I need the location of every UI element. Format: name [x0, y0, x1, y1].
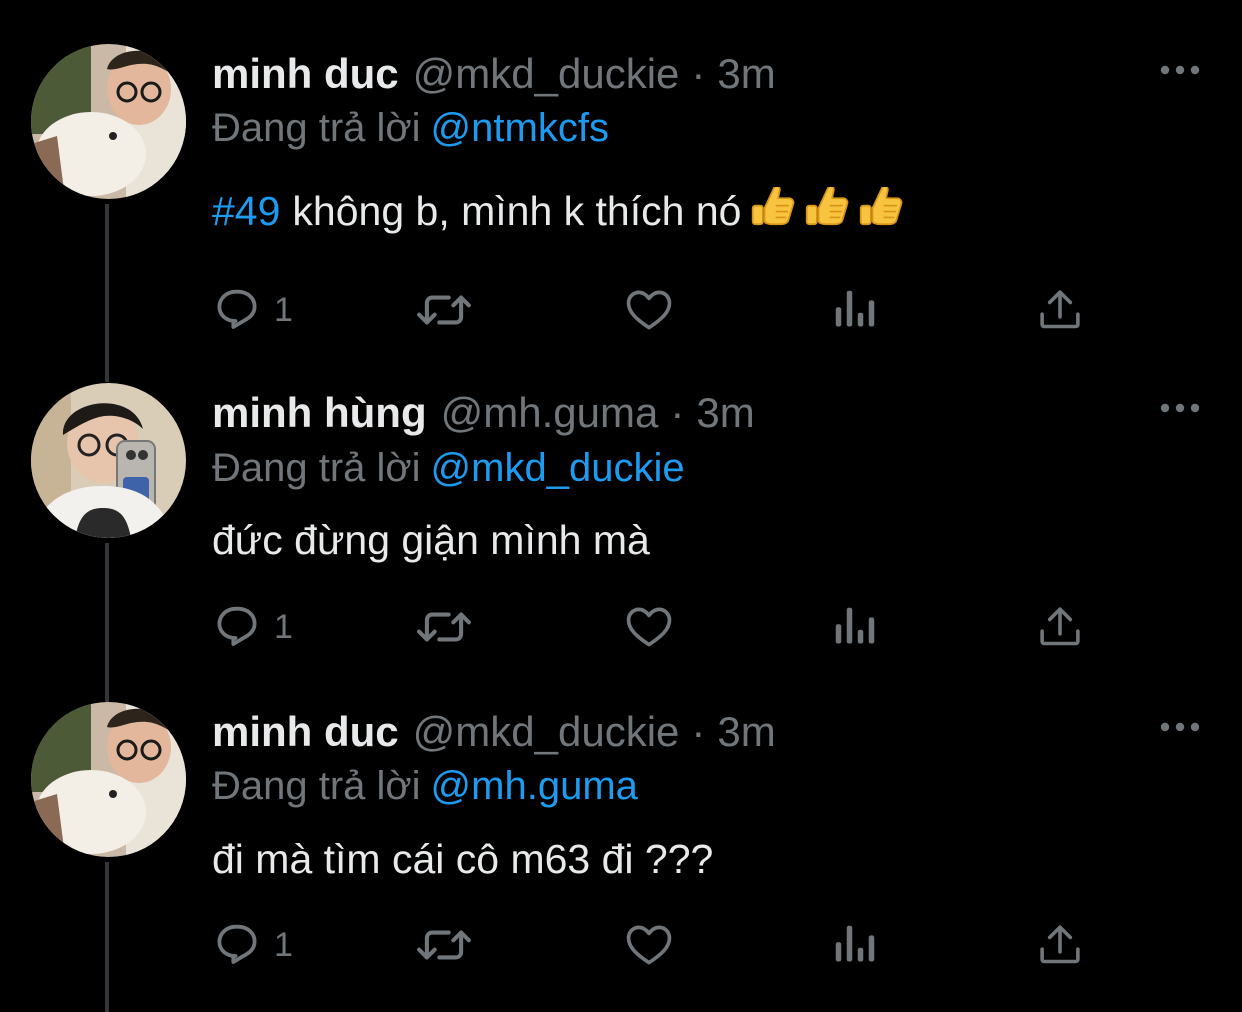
user-handle[interactable]: @mh.guma	[441, 389, 659, 436]
tweet-text: đi mà tìm cái cô m63 đi ???	[212, 834, 713, 884]
thumbs-up-icon	[859, 185, 903, 242]
more-icon[interactable]	[1160, 58, 1200, 82]
reply-button[interactable]: 1	[214, 602, 293, 652]
views-icon	[833, 288, 877, 332]
tweet[interactable]: minh duc @mkd_duckie · 3m Đang trả lời @ntmk…	[0, 0, 1242, 382]
reply-to-handle[interactable]: @mh.guma	[431, 764, 638, 808]
like-button[interactable]	[625, 920, 673, 970]
like-icon	[625, 922, 673, 968]
tweet-body-text: đức đừng giận mình mà	[212, 517, 650, 563]
avatar[interactable]	[31, 383, 186, 538]
reply-prefix: Đang trả lời	[212, 764, 421, 808]
thumbs-up-icon	[805, 185, 849, 242]
views-button[interactable]	[833, 285, 877, 335]
tweet-header: minh duc @mkd_duckie · 3m	[212, 708, 776, 756]
reply-to-handle[interactable]: @mkd_duckie	[431, 446, 685, 490]
tweet-body-text: không b, mình k thích nó	[292, 188, 742, 234]
share-icon	[1038, 288, 1082, 332]
like-button[interactable]	[625, 285, 673, 335]
more-icon[interactable]	[1160, 715, 1200, 739]
retweet-icon	[416, 923, 472, 967]
conversation-thread: minh duc @mkd_duckie · 3m Đang trả lời @ntmk…	[0, 0, 1242, 1012]
timestamp[interactable]: 3m	[717, 708, 775, 755]
reply-context: Đang trả lời @mkd_duckie	[212, 444, 685, 492]
views-icon	[833, 923, 877, 967]
avatar[interactable]	[31, 702, 186, 857]
display-name[interactable]: minh duc	[212, 50, 399, 97]
reply-icon	[214, 605, 260, 649]
retweet-button[interactable]	[416, 920, 472, 970]
share-button[interactable]	[1038, 602, 1082, 652]
reply-count: 1	[274, 926, 293, 964]
tweet-body-text: đi mà tìm cái cô m63 đi ???	[212, 836, 714, 882]
reply-button[interactable]: 1	[214, 920, 293, 970]
tweet[interactable]: minh duc @mkd_duckie · 3m Đang trả lời @mh.g…	[0, 658, 1242, 1012]
timestamp[interactable]: 3m	[717, 50, 775, 97]
share-button[interactable]	[1038, 920, 1082, 970]
tweet-text: đức đừng giận mình mà	[212, 515, 650, 565]
tweet-actions: 1	[0, 920, 1242, 970]
reply-icon	[214, 288, 260, 332]
views-button[interactable]	[833, 920, 877, 970]
tweet[interactable]: minh hùng @mh.guma · 3m Đang trả lời @mkd_du…	[0, 340, 1242, 740]
views-icon	[833, 605, 877, 649]
retweet-button[interactable]	[416, 285, 472, 335]
separator: ·	[670, 389, 685, 436]
share-icon	[1038, 923, 1082, 967]
user-handle[interactable]: @mkd_duckie	[413, 708, 680, 755]
share-icon	[1038, 605, 1082, 649]
retweet-icon	[416, 288, 472, 332]
timestamp[interactable]: 3m	[696, 389, 754, 436]
more-icon[interactable]	[1160, 396, 1200, 420]
reply-count: 1	[274, 291, 293, 329]
tweet-actions: 1	[0, 602, 1242, 652]
reply-to-handle[interactable]: @ntmkcfs	[431, 106, 609, 150]
reply-icon	[214, 923, 260, 967]
reply-count: 1	[274, 608, 293, 646]
display-name[interactable]: minh duc	[212, 708, 399, 755]
tweet-actions: 1	[0, 285, 1242, 335]
reply-button[interactable]: 1	[214, 285, 293, 335]
like-icon	[625, 287, 673, 333]
tweet-header: minh duc @mkd_duckie · 3m	[212, 50, 776, 98]
separator: ·	[691, 708, 706, 755]
reply-prefix: Đang trả lời	[212, 106, 421, 150]
thumbs-up-icon	[751, 185, 795, 242]
display-name[interactable]: minh hùng	[212, 389, 427, 436]
like-button[interactable]	[625, 602, 673, 652]
tweet-text: #49 không b, mình k thích nó	[212, 185, 903, 242]
views-button[interactable]	[833, 602, 877, 652]
retweet-button[interactable]	[416, 602, 472, 652]
reply-prefix: Đang trả lời	[212, 446, 421, 490]
reply-context: Đang trả lời @mh.guma	[212, 762, 638, 810]
share-button[interactable]	[1038, 285, 1082, 335]
separator: ·	[691, 50, 706, 97]
tweet-header: minh hùng @mh.guma · 3m	[212, 389, 755, 437]
reply-context: Đang trả lời @ntmkcfs	[212, 104, 609, 152]
hashtag-link[interactable]: #49	[212, 188, 280, 234]
user-handle[interactable]: @mkd_duckie	[413, 50, 680, 97]
like-icon	[625, 604, 673, 650]
avatar[interactable]	[31, 44, 186, 199]
retweet-icon	[416, 605, 472, 649]
